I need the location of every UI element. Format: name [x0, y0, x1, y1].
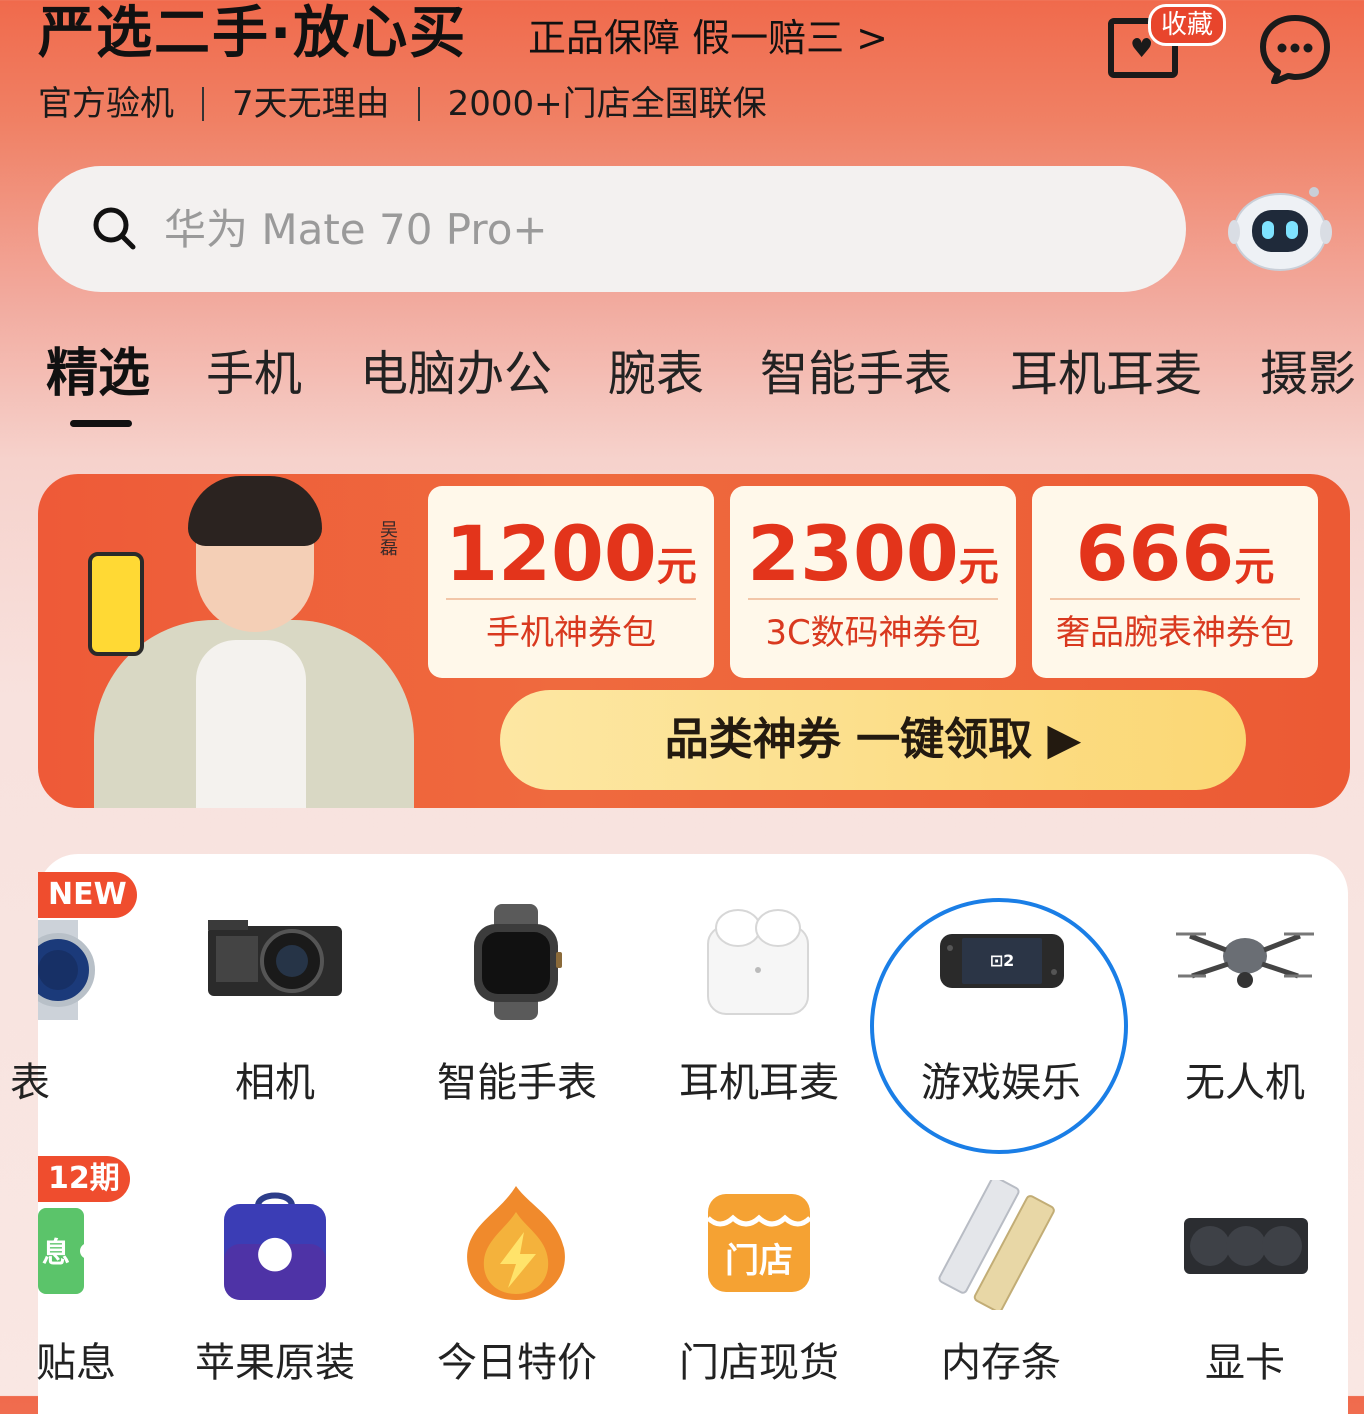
coupon-label: 手机神券包 — [486, 613, 656, 653]
category-label: 贴息 — [36, 1340, 116, 1386]
chat-icon[interactable] — [1258, 14, 1332, 84]
category-label: 苹果原装 — [195, 1340, 355, 1386]
tab-headphones[interactable]: 耳机耳麦 — [1010, 340, 1202, 408]
search-icon — [93, 207, 136, 250]
smartwatch-icon — [474, 904, 562, 1020]
gpu-icon — [1184, 1218, 1308, 1274]
tab-wristwatch[interactable]: 腕表 — [608, 340, 704, 408]
category-label: 内存条 — [941, 1340, 1061, 1386]
category-label: 智能手表 — [437, 1060, 597, 1106]
earbuds-icon — [707, 909, 809, 1015]
flame-lightning-icon — [467, 1186, 565, 1300]
installment-badge: 12期 — [38, 1156, 130, 1202]
svg-text:●: ● — [256, 1226, 294, 1277]
feature-warranty: 2000+门店全国联保 — [447, 84, 767, 124]
claim-coupons-label: 品类神券 一键领取 ▶ — [664, 714, 1082, 765]
tab-photography[interactable]: 摄影 — [1260, 340, 1356, 408]
category-headphones[interactable]: 耳机耳麦 — [654, 880, 864, 1120]
ram-stick-icon — [938, 1180, 1055, 1310]
coupon-label: 3C数码神券包 — [765, 613, 981, 653]
category-label: 今日特价 — [437, 1340, 597, 1386]
category-apple-original[interactable]: ● 苹果原装 — [170, 1164, 380, 1394]
drone-icon — [1176, 932, 1314, 988]
feature-strip: 官方验机 7天无理由 2000+门店全国联保 — [38, 82, 767, 126]
tab-smartwatch[interactable]: 智能手表 — [760, 340, 952, 408]
divider — [417, 87, 420, 121]
ai-assistant-icon[interactable] — [1226, 184, 1334, 274]
highlight-annotation — [870, 898, 1128, 1154]
phone-image — [88, 552, 144, 656]
divider — [1050, 598, 1300, 600]
category-camera[interactable]: 相机 — [170, 880, 380, 1120]
tab-featured[interactable]: 精选 — [46, 340, 150, 408]
category-smartwatch[interactable]: 智能手表 — [412, 880, 622, 1120]
tab-phone[interactable]: 手机 — [206, 340, 302, 408]
category-label: 无人机 — [1185, 1060, 1305, 1106]
divider — [202, 87, 204, 121]
category-tabs: 精选 手机 电脑办公 腕表 智能手表 耳机耳麦 摄影 — [0, 340, 1364, 420]
svg-text:门店: 门店 — [725, 1241, 793, 1281]
heart-icon: ♥ — [1130, 34, 1154, 64]
divider — [748, 598, 998, 600]
category-store-stock[interactable]: 门店 门店现货 — [654, 1164, 864, 1394]
apple-bag-icon: ● — [224, 1192, 326, 1300]
endorser-shirt — [196, 640, 306, 808]
category-memory[interactable]: 内存条 — [896, 1164, 1106, 1394]
favorites-badge: 收藏 — [1148, 4, 1227, 46]
interest-free-icon: 息 — [38, 1208, 90, 1294]
search-input[interactable]: 华为 Mate 70 Pro+ — [164, 200, 548, 260]
divider — [446, 598, 696, 600]
store-icon: 门店 — [706, 1194, 812, 1292]
watch-icon — [38, 920, 95, 1020]
endorser-signature: 吴磊 — [377, 520, 398, 556]
coupon-label: 奢品腕表神券包 — [1056, 613, 1294, 653]
coupon-phone[interactable]: 1200元 手机神券包 — [428, 486, 714, 678]
svg-text:息: 息 — [42, 1236, 70, 1269]
active-tab-indicator — [70, 420, 132, 427]
endorser-hair — [188, 476, 322, 546]
camera-icon — [208, 920, 342, 996]
category-label: 表 — [10, 1060, 50, 1106]
category-drone[interactable]: 无人机 — [1140, 880, 1350, 1120]
new-badge: NEW — [38, 872, 137, 918]
feature-inspection: 官方验机 — [38, 84, 174, 124]
category-graphics-card[interactable]: 显卡 — [1140, 1164, 1350, 1394]
tab-computer-office[interactable]: 电脑办公 — [360, 340, 552, 408]
category-daily-deals[interactable]: 今日特价 — [412, 1164, 622, 1394]
category-label: 显卡 — [1205, 1340, 1285, 1386]
category-label: 耳机耳麦 — [679, 1060, 839, 1106]
category-label: 相机 — [235, 1060, 315, 1106]
coupon-3c[interactable]: 2300元 3C数码神券包 — [730, 486, 1016, 678]
page-title: 严选二手·放心买 — [38, 1, 468, 66]
category-label: 门店现货 — [679, 1340, 839, 1386]
feature-return: 7天无理由 — [232, 84, 390, 124]
coupon-luxury-watch[interactable]: 666元 奢品腕表神券包 — [1032, 486, 1318, 678]
guarantee-link[interactable]: 正品保障 假一赔三 > — [528, 14, 888, 62]
